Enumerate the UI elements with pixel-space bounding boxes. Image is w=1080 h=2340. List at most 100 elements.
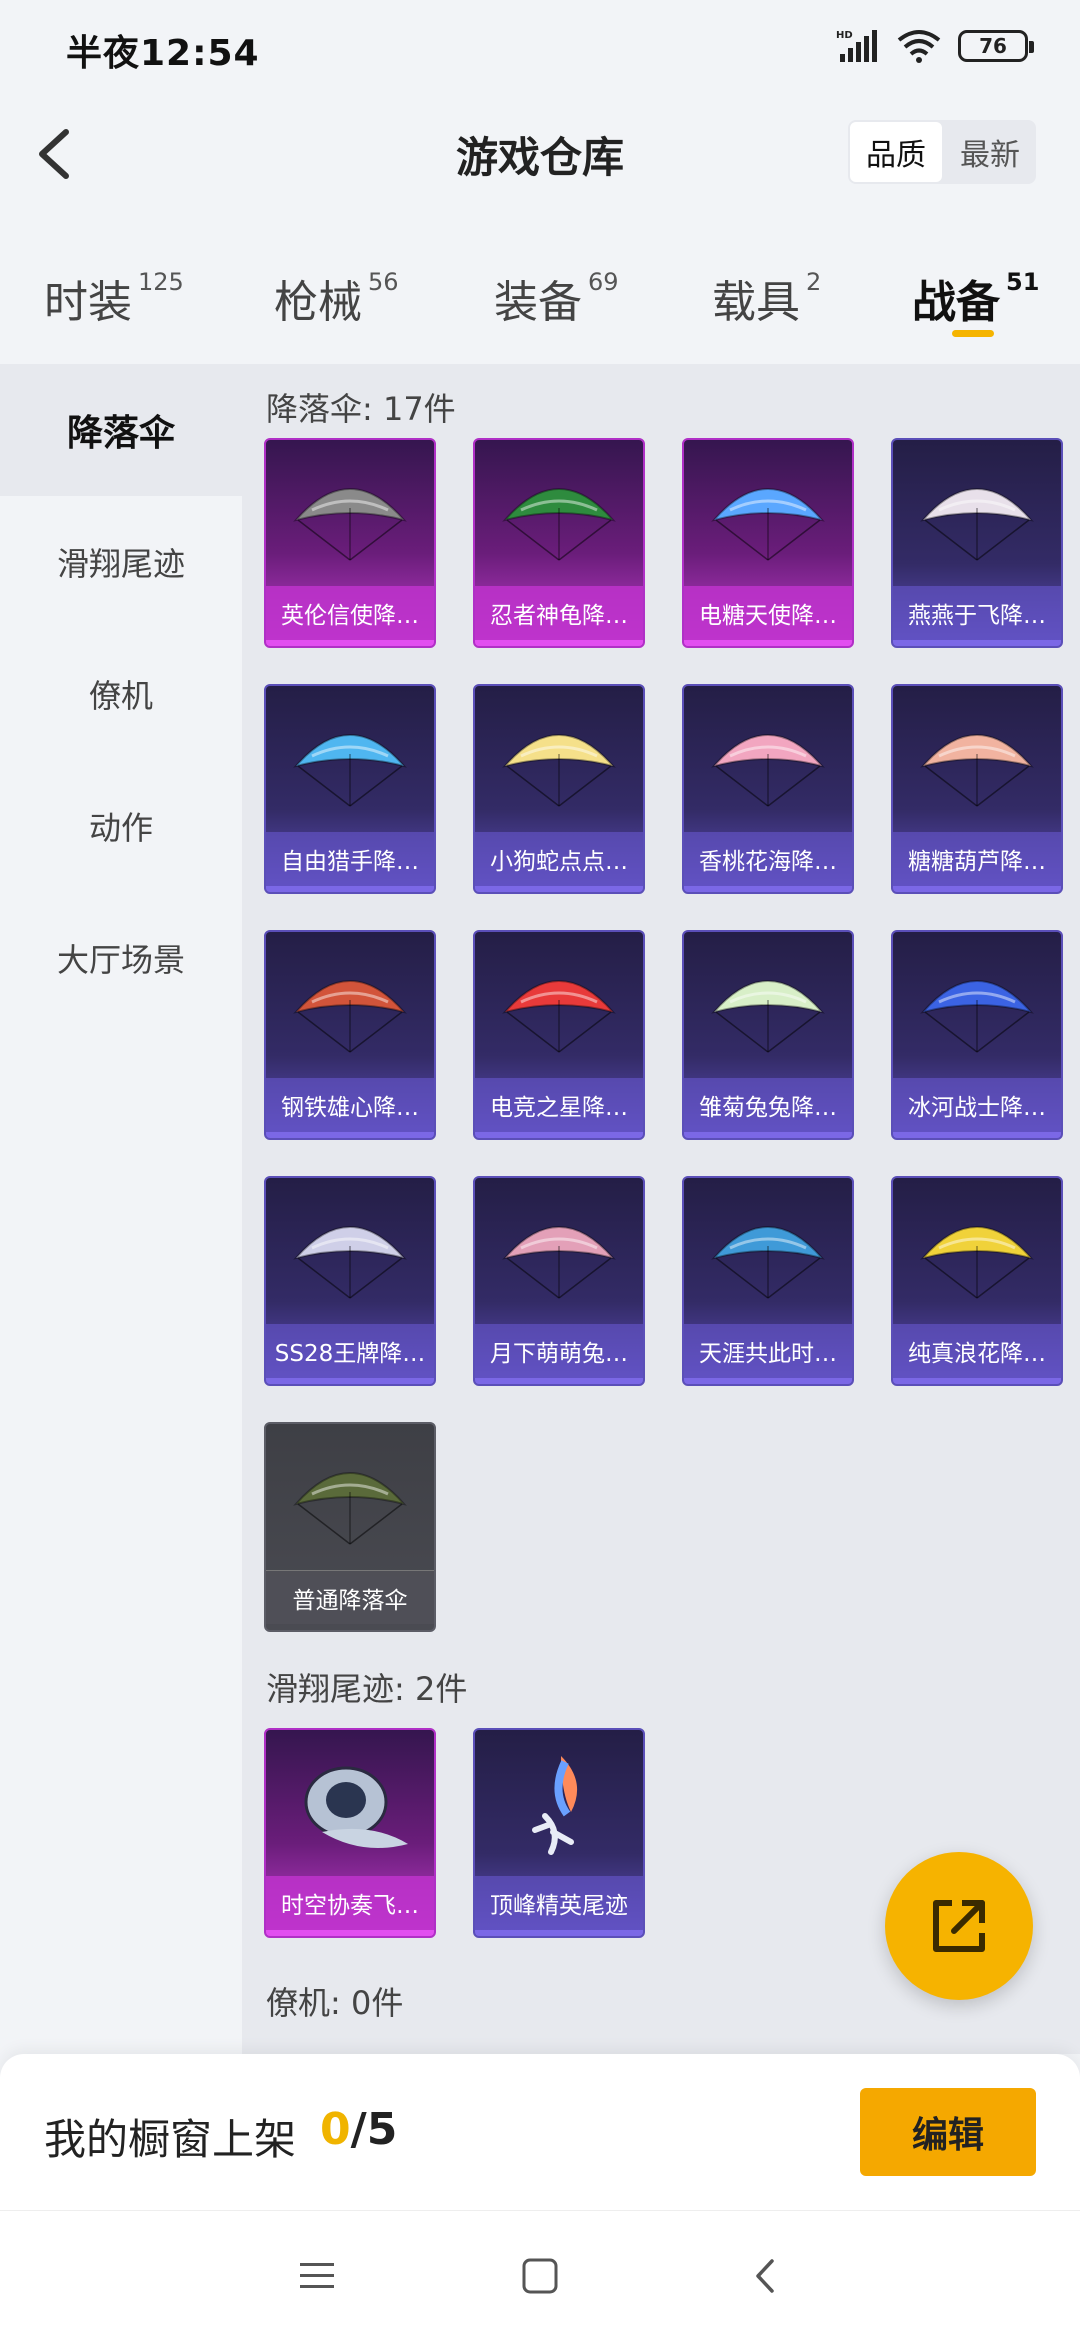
rarity-stripe	[893, 1378, 1061, 1384]
battery-icon: 76	[958, 30, 1034, 62]
parachute-card[interactable]: 天涯共此时…	[682, 1176, 854, 1386]
back-icon[interactable]	[742, 2251, 792, 2301]
rarity-stripe	[475, 886, 643, 892]
share-button[interactable]	[885, 1852, 1033, 2000]
parachute-icon	[293, 488, 407, 561]
rarity-stripe	[266, 1378, 434, 1384]
parachute-icon	[920, 488, 1034, 561]
section-title-parachute: 降落伞: 17件	[266, 390, 456, 428]
active-tab-indicator	[952, 330, 994, 337]
rarity-stripe	[266, 1132, 434, 1138]
parachute-card[interactable]: 小狗蛇点点…	[473, 684, 645, 894]
sidebar-item-wingman[interactable]: 僚机	[0, 628, 242, 760]
rarity-stripe	[684, 1378, 852, 1384]
sidebar: 降落伞 滑翔尾迹 僚机 动作 大厅场景	[0, 364, 242, 2054]
item-name: 普通降落伞	[266, 1570, 434, 1624]
showcase-bar: 我的橱窗上架 0/5 编辑	[0, 2054, 1080, 2210]
item-name: 冰河战士降…	[893, 1078, 1061, 1132]
tab-count: 2	[806, 268, 822, 296]
item-name: 糖糖葫芦降…	[893, 832, 1061, 886]
item-name: 电竞之星降…	[475, 1078, 643, 1132]
share-icon	[933, 1900, 985, 1952]
parachute-card[interactable]: 自由猎手降…	[264, 684, 436, 894]
trail-card[interactable]: 时空协奏飞…	[264, 1728, 436, 1938]
parachute-card[interactable]: 电糖天使降…	[682, 438, 854, 648]
sort-toggle: 品质 最新	[848, 120, 1036, 184]
tab-firearms[interactable]: 枪械 56	[274, 266, 399, 330]
showcase-current: 0	[320, 2104, 351, 2155]
item-name: 小狗蛇点点…	[475, 832, 643, 886]
parachute-icon	[711, 734, 825, 807]
sort-quality-button[interactable]: 品质	[850, 122, 942, 182]
home-icon[interactable]	[515, 2251, 565, 2301]
tab-combat-gear[interactable]: 战备 51	[912, 266, 1039, 330]
parachute-card[interactable]: 电竞之星降…	[473, 930, 645, 1140]
parachute-icon	[502, 980, 616, 1053]
rarity-stripe	[266, 886, 434, 892]
status-bar: 半夜12:54 HD 76	[0, 0, 1080, 96]
parachute-icon	[502, 734, 616, 807]
parachute-card[interactable]: 纯真浪花降…	[891, 1176, 1063, 1386]
showcase-total: /5	[350, 2104, 398, 2155]
item-grid-area[interactable]: 降落伞: 17件 英伦信使降… 忍者神龟降… 电糖天使降… 燕燕于飞降… 自由猎手降… 小…	[242, 364, 1080, 2054]
tab-label: 战备	[912, 277, 1000, 328]
status-icons: HD 76	[836, 28, 1034, 64]
sidebar-item-parachute[interactable]: 降落伞	[0, 364, 242, 496]
parachute-card[interactable]: 英伦信使降…	[264, 438, 436, 648]
sort-latest-button[interactable]: 最新	[944, 120, 1036, 184]
parachute-card[interactable]: SS28王牌降…	[264, 1176, 436, 1386]
parachute-icon	[711, 488, 825, 561]
item-name: 纯真浪花降…	[893, 1324, 1061, 1378]
parachute-card[interactable]: 普通降落伞	[264, 1422, 436, 1632]
rarity-stripe	[266, 640, 434, 646]
edit-button[interactable]: 编辑	[860, 2088, 1036, 2176]
menu-icon[interactable]	[292, 2251, 342, 2301]
sidebar-item-emote[interactable]: 动作	[0, 760, 242, 892]
wifi-icon	[897, 30, 941, 63]
item-name: 英伦信使降…	[266, 586, 434, 640]
parachute-icon	[711, 980, 825, 1053]
parachute-card[interactable]: 糖糖葫芦降…	[891, 684, 1063, 894]
trail-icon	[304, 1766, 408, 1848]
parachute-card[interactable]: 雏菊兔兔降…	[682, 930, 854, 1140]
parachute-card[interactable]: 燕燕于飞降…	[891, 438, 1063, 648]
sidebar-item-glide-trail[interactable]: 滑翔尾迹	[0, 496, 242, 628]
parachute-card[interactable]: 钢铁雄心降…	[264, 930, 436, 1140]
sidebar-item-lobby-scene[interactable]: 大厅场景	[0, 892, 242, 1024]
rarity-stripe	[684, 640, 852, 646]
tab-count: 69	[588, 268, 619, 296]
parachute-card[interactable]: 月下萌萌兔…	[473, 1176, 645, 1386]
parachute-icon	[920, 1226, 1034, 1299]
item-name: 香桃花海降…	[684, 832, 852, 886]
parachute-icon	[293, 1472, 407, 1545]
parachute-card[interactable]: 忍者神龟降…	[473, 438, 645, 648]
item-name: 忍者神龟降…	[475, 586, 643, 640]
item-name: 自由猎手降…	[266, 832, 434, 886]
parachute-card[interactable]: 冰河战士降…	[891, 930, 1063, 1140]
header: 游戏仓库 品质 最新	[0, 96, 1080, 216]
rarity-stripe	[475, 1132, 643, 1138]
parachute-icon	[293, 980, 407, 1053]
rarity-stripe	[475, 1930, 643, 1936]
trail-card[interactable]: 顶峰精英尾迹	[473, 1728, 645, 1938]
svg-text:HD: HD	[836, 30, 853, 41]
parachute-card[interactable]: 香桃花海降…	[682, 684, 854, 894]
rarity-stripe	[475, 1378, 643, 1384]
tab-equipment[interactable]: 装备 69	[494, 266, 619, 330]
item-name: 钢铁雄心降…	[266, 1078, 434, 1132]
tab-vehicles[interactable]: 载具 2	[712, 266, 821, 330]
rarity-stripe	[266, 1930, 434, 1936]
item-name: 月下萌萌兔…	[475, 1324, 643, 1378]
tab-fashion[interactable]: 时装 125	[44, 266, 184, 330]
item-name: 电糖天使降…	[684, 586, 852, 640]
tab-label: 枪械	[274, 277, 362, 328]
tab-label: 载具	[712, 277, 800, 328]
item-name: SS28王牌降…	[266, 1324, 434, 1378]
rarity-stripe	[893, 886, 1061, 892]
parachute-icon	[920, 734, 1034, 807]
tab-count: 56	[368, 268, 399, 296]
item-name: 时空协奏飞…	[266, 1876, 434, 1930]
rarity-stripe	[475, 640, 643, 646]
parachute-icon	[293, 734, 407, 807]
section-title-glide-trail: 滑翔尾迹: 2件	[266, 1670, 468, 1708]
